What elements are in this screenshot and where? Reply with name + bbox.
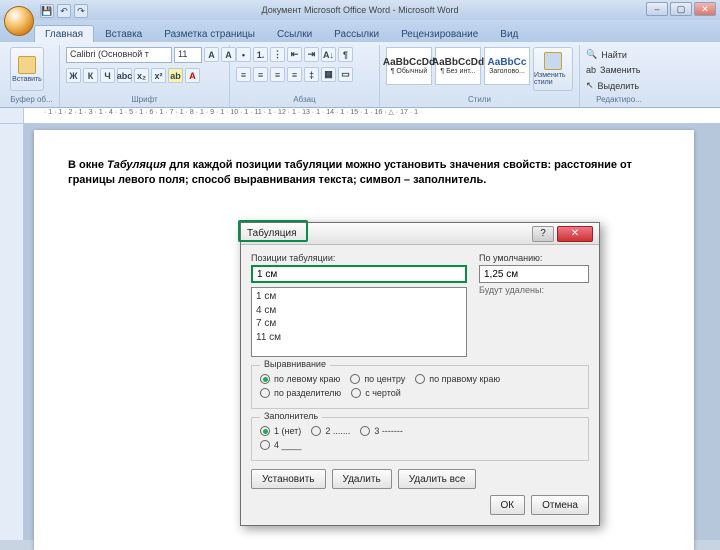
ok-button[interactable]: ОК [490, 495, 526, 515]
group-clipboard-label: Буфер об... [10, 95, 53, 105]
align-center-icon[interactable]: ≡ [253, 67, 268, 82]
list-item[interactable]: 1 см [256, 290, 462, 304]
italic-icon[interactable]: К [83, 68, 98, 83]
underline-icon[interactable]: Ч [100, 68, 115, 83]
positions-label: Позиции табуляции: [251, 253, 467, 263]
leader-dots-radio[interactable]: 2 ....... [311, 424, 350, 438]
shading-icon[interactable]: ▦ [321, 67, 336, 82]
bullets-icon[interactable]: • [236, 47, 251, 62]
group-font-label: Шрифт [66, 95, 223, 105]
default-tab-input[interactable] [479, 265, 589, 283]
tab-view[interactable]: Вид [489, 25, 529, 42]
style-normal[interactable]: AaBbCcDd¶ Обычный [386, 47, 432, 85]
window-close-button[interactable]: ✕ [694, 2, 716, 16]
search-icon: 🔍 [586, 49, 597, 60]
align-decimal-radio[interactable]: по разделителю [260, 386, 341, 400]
grow-font-icon[interactable]: A [204, 47, 219, 62]
leader-fieldset: Заполнитель 1 (нет) 2 ....... 3 ------- … [251, 417, 589, 461]
window-title: Документ Microsoft Office Word - Microso… [262, 5, 459, 15]
vertical-ruler[interactable] [0, 124, 24, 540]
styles-icon [544, 52, 562, 70]
alignment-legend: Выравнивание [260, 359, 330, 369]
dialog-titlebar[interactable]: Табуляция ? ✕ [241, 223, 599, 245]
tab-home[interactable]: Главная [34, 25, 94, 42]
default-label: По умолчанию: [479, 253, 589, 263]
group-styles-label: Стили [386, 95, 573, 105]
dialog-close-button[interactable]: ✕ [557, 226, 593, 242]
tab-positions-list[interactable]: 1 см 4 см 7 см 11 см [251, 287, 467, 357]
font-size-combo[interactable]: 11 [174, 47, 202, 63]
clear-button[interactable]: Удалить [332, 469, 392, 489]
align-bar-radio[interactable]: с чертой [351, 386, 401, 400]
leader-underline-radio[interactable]: 4 ____ [260, 438, 302, 452]
alignment-fieldset: Выравнивание по левому краю по центру по… [251, 365, 589, 409]
office-button[interactable] [4, 6, 34, 36]
window-titlebar: Документ Microsoft Office Word - Microso… [0, 0, 720, 20]
dialog-help-button[interactable]: ? [532, 226, 554, 242]
tab-mailings[interactable]: Рассылки [323, 25, 390, 42]
subscript-icon[interactable]: x₂ [134, 68, 149, 83]
quick-access-toolbar: 💾 ↶ ↷ [40, 4, 88, 18]
show-marks-icon[interactable]: ¶ [338, 47, 353, 62]
paste-button[interactable]: Вставить [10, 47, 44, 91]
select-button[interactable]: ↖Выделить [586, 78, 639, 93]
numbering-icon[interactable]: 1. [253, 47, 268, 62]
superscript-icon[interactable]: x² [151, 68, 166, 83]
undo-icon[interactable]: ↶ [57, 4, 71, 18]
style-no-spacing[interactable]: AaBbCcDd¶ Без инт... [435, 47, 481, 85]
ribbon-tabs: Главная Вставка Разметка страницы Ссылки… [0, 20, 720, 42]
bold-icon[interactable]: Ж [66, 68, 81, 83]
borders-icon[interactable]: ▭ [338, 67, 353, 82]
window-maximize-button[interactable]: ▢ [670, 2, 692, 16]
group-paragraph-label: Абзац [236, 95, 373, 105]
highlight-icon[interactable]: ab [168, 68, 183, 83]
strike-icon[interactable]: abc [117, 68, 132, 83]
tab-review[interactable]: Рецензирование [390, 25, 489, 42]
leader-legend: Заполнитель [260, 411, 322, 421]
change-styles-button[interactable]: Изменить стили [533, 47, 573, 91]
window-minimize-button[interactable]: – [646, 2, 668, 16]
dialog-title: Табуляция [247, 228, 297, 239]
font-color-icon[interactable]: A [185, 68, 200, 83]
align-right-radio[interactable]: по правому краю [415, 372, 500, 386]
find-button[interactable]: 🔍Найти [586, 47, 627, 62]
indent-icon[interactable]: ⇥ [304, 47, 319, 62]
clipboard-icon [18, 56, 36, 74]
ribbon: Вставить Буфер об... Calibri (Основной т… [0, 42, 720, 108]
tab-references[interactable]: Ссылки [266, 25, 323, 42]
tab-insert[interactable]: Вставка [94, 25, 153, 42]
align-right-icon[interactable]: ≡ [270, 67, 285, 82]
horizontal-ruler-bar: · 1 · 1 · 2 · 1 · 3 · 1 · 4 · 1 · 5 · 1 … [0, 108, 720, 124]
tab-position-input[interactable] [251, 265, 467, 283]
leader-none-radio[interactable]: 1 (нет) [260, 424, 301, 438]
leader-dashes-radio[interactable]: 3 ------- [360, 424, 403, 438]
cancel-button[interactable]: Отмена [531, 495, 589, 515]
list-item[interactable]: 7 см [256, 317, 462, 331]
replace-icon: ab [586, 65, 596, 75]
tabulation-dialog: Табуляция ? ✕ Позиции табуляции: 1 см 4 … [240, 222, 600, 526]
replace-button[interactable]: abЗаменить [586, 63, 640, 77]
list-item[interactable]: 4 см [256, 304, 462, 318]
outdent-icon[interactable]: ⇤ [287, 47, 302, 62]
font-name-combo[interactable]: Calibri (Основной т [66, 47, 172, 63]
document-paragraph: В окне Табуляция для каждой позиции табу… [68, 158, 660, 188]
redo-icon[interactable]: ↷ [74, 4, 88, 18]
sort-icon[interactable]: A↓ [321, 47, 336, 62]
align-left-icon[interactable]: ≡ [236, 67, 251, 82]
tab-page-layout[interactable]: Разметка страницы [153, 25, 266, 42]
align-center-radio[interactable]: по центру [350, 372, 405, 386]
clear-all-button[interactable]: Удалить все [398, 469, 477, 489]
line-spacing-icon[interactable]: ‡ [304, 67, 319, 82]
align-left-radio[interactable]: по левому краю [260, 372, 340, 386]
multilevel-icon[interactable]: ⋮ [270, 47, 285, 62]
horizontal-ruler[interactable]: · 1 · 1 · 2 · 1 · 3 · 1 · 4 · 1 · 5 · 1 … [24, 108, 720, 123]
justify-icon[interactable]: ≡ [287, 67, 302, 82]
style-heading[interactable]: AaBbCcЗаголово... [484, 47, 530, 85]
set-button[interactable]: Установить [251, 469, 326, 489]
save-icon[interactable]: 💾 [40, 4, 54, 18]
cursor-icon: ↖ [586, 80, 594, 91]
will-remove-label: Будут удалены: [479, 285, 589, 295]
list-item[interactable]: 11 см [256, 331, 462, 345]
group-editing-label: Редактиро... [586, 95, 652, 105]
